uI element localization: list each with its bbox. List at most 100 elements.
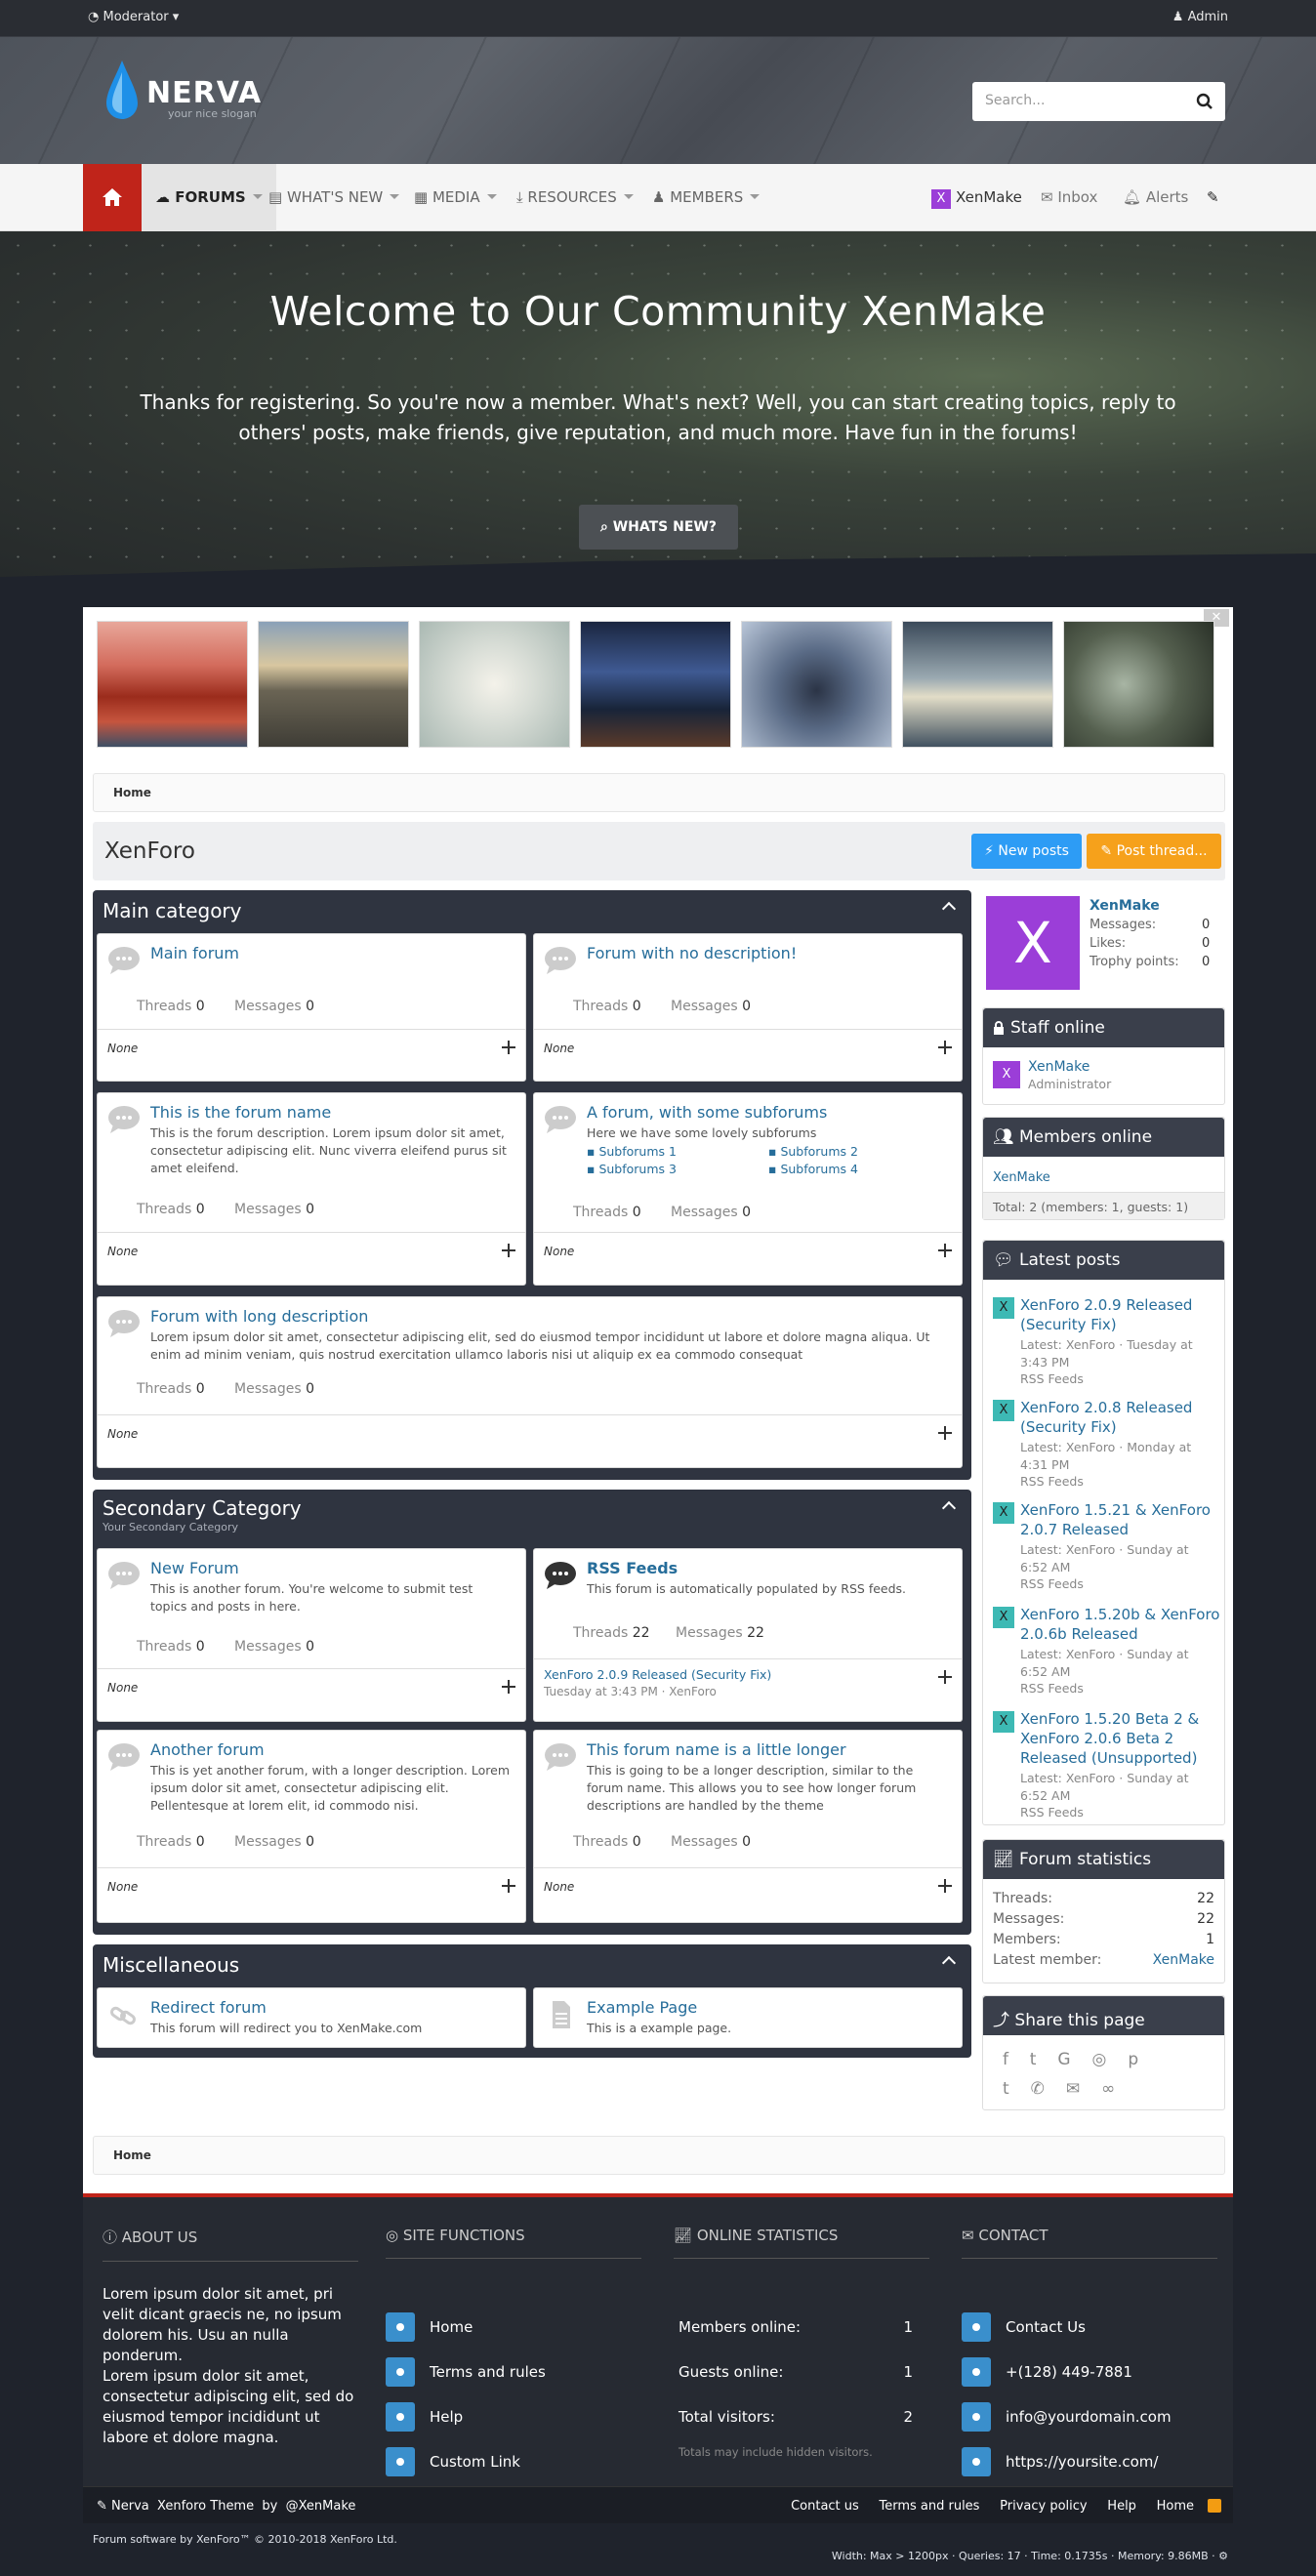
latest-post-title[interactable]: XenForo 1.5.21 & XenForo 2.0.7 Released [1020, 1500, 1220, 1539]
search-icon[interactable] [1196, 93, 1213, 110]
latest-post-title[interactable]: XenForo 2.0.9 Released (Security Fix) [1020, 1295, 1220, 1334]
search-input[interactable]: Search... [972, 82, 1225, 121]
plus-icon[interactable] [502, 1879, 515, 1893]
link-icon[interactable]: ∞ [1101, 2079, 1136, 2099]
latest-post-title[interactable]: XenForo 2.0.8 Released (Security Fix) [1020, 1398, 1220, 1437]
stat-latest-member[interactable]: XenMake [1153, 1952, 1214, 1968]
admin-menu[interactable]: ♟ Admin [1172, 10, 1228, 24]
last-post-title[interactable]: XenForo 2.0.9 Released (Security Fix) [544, 1667, 771, 1682]
nav-forums[interactable]: ☁ FORUMS [142, 164, 276, 231]
contact-phone[interactable]: +(128) 449-7881 [962, 2357, 1217, 2387]
nav-home-button[interactable] [83, 164, 142, 231]
subforum-link[interactable]: ▪ Subforums 2 [768, 1144, 858, 1159]
whats-new-button[interactable]: ⌕ WHATS NEW? [579, 505, 738, 550]
subforum-link[interactable]: ▪ Subforums 1 [587, 1144, 677, 1159]
plus-icon[interactable] [938, 1426, 952, 1440]
plus-icon[interactable] [938, 1244, 952, 1257]
media-thumb[interactable] [258, 621, 409, 748]
google-plus-icon[interactable]: G [1057, 2050, 1091, 2069]
email-icon[interactable]: ✉ [1066, 2079, 1101, 2099]
footer-link[interactable]: Home [386, 2312, 641, 2342]
moderator-menu[interactable]: ◔ Moderator ▾ [88, 10, 179, 24]
breadcrumb-home[interactable]: Home [113, 786, 151, 799]
plus-icon[interactable] [502, 1244, 515, 1257]
media-thumb[interactable] [902, 621, 1053, 748]
user-name[interactable]: XenMake [1090, 898, 1160, 914]
reddit-icon[interactable]: ◎ [1092, 2050, 1129, 2069]
latest-post-forum[interactable]: RSS Feeds [1020, 1371, 1084, 1386]
software-credit[interactable]: Forum software by XenForo™ © 2010-2018 X… [93, 2533, 397, 2546]
forum-title[interactable]: A forum, with some subforums [587, 1103, 827, 1122]
nav-members[interactable]: ♟ MEMBERS [652, 188, 761, 206]
new-posts-button[interactable]: ⚡ New posts [971, 834, 1082, 869]
staff-name[interactable]: XenMake [1028, 1059, 1090, 1075]
whatsapp-icon[interactable]: ✆ [1031, 2079, 1066, 2099]
facebook-icon[interactable]: f [1003, 2050, 1030, 2069]
subforum-link[interactable]: ▪ Subforums 3 [587, 1162, 677, 1176]
plus-icon[interactable] [938, 1670, 952, 1684]
latest-post-forum[interactable]: RSS Feeds [1020, 1805, 1084, 1820]
forum-title[interactable]: RSS Feeds [587, 1559, 678, 1577]
theme-credit[interactable]: ✎ Nerva Xenforo Theme by @XenMake [97, 2499, 355, 2514]
avatar[interactable]: X [986, 896, 1080, 990]
avatar[interactable]: X [993, 1400, 1014, 1421]
latest-post-title[interactable]: XenForo 1.5.20b & XenForo 2.0.6b Release… [1020, 1605, 1220, 1644]
latest-post-forum[interactable]: RSS Feeds [1020, 1474, 1084, 1489]
nav-media[interactable]: ▦ MEDIA [414, 188, 497, 206]
avatar[interactable]: X [993, 1711, 1014, 1733]
pinterest-icon[interactable]: p [1128, 2050, 1160, 2069]
media-thumb[interactable] [580, 621, 731, 748]
nav-whats-new[interactable]: ▤ WHAT'S NEW [268, 188, 400, 206]
footer-home-link[interactable]: Home [1157, 2499, 1194, 2514]
forum-title[interactable]: Forum with long description [150, 1307, 368, 1326]
logo-drop-icon[interactable] [104, 59, 140, 123]
category-title[interactable]: Main category [93, 890, 971, 929]
media-thumb[interactable] [419, 621, 570, 748]
footer-contact-us-link[interactable]: Contact us [791, 2499, 859, 2514]
latest-post-title[interactable]: XenForo 1.5.20 Beta 2 & XenForo 2.0.6 Be… [1020, 1709, 1220, 1768]
twitter-icon[interactable]: t [1030, 2050, 1058, 2069]
footer-privacy-link[interactable]: Privacy policy [1000, 2499, 1087, 2514]
forum-title[interactable]: This is the forum name [150, 1103, 331, 1122]
latest-post-forum[interactable]: RSS Feeds [1020, 1576, 1084, 1591]
plus-icon[interactable] [938, 1879, 952, 1893]
style-brush-icon[interactable]: ✎ [1207, 188, 1219, 206]
avatar[interactable]: X [993, 1502, 1014, 1524]
rss-icon[interactable] [1208, 2499, 1221, 2513]
plus-icon[interactable] [938, 1041, 952, 1054]
footer-help-link[interactable]: Help [1107, 2499, 1136, 2514]
media-thumb[interactable] [741, 621, 892, 748]
category-title[interactable]: Miscellaneous [93, 1944, 971, 1983]
forum-title[interactable]: This forum name is a little longer [587, 1740, 846, 1759]
latest-post-forum[interactable]: RSS Feeds [1020, 1681, 1084, 1696]
subforum-link[interactable]: ▪ Subforums 4 [768, 1162, 858, 1176]
media-thumb[interactable] [97, 621, 248, 748]
footer-link[interactable]: Terms and rules [386, 2357, 641, 2387]
forum-title[interactable]: New Forum [150, 1559, 239, 1577]
category-header[interactable]: Secondary Category Your Secondary Categor… [93, 1490, 971, 1544]
avatar[interactable]: X [993, 1607, 1014, 1628]
tumblr-icon[interactable]: t [1003, 2079, 1031, 2099]
plus-icon[interactable] [502, 1680, 515, 1694]
brand-name[interactable]: NERVA [146, 76, 262, 110]
contact-website[interactable]: https://yoursite.com/ [962, 2447, 1217, 2476]
nav-user[interactable]: X XenMake [931, 188, 1022, 209]
nav-inbox[interactable]: ✉ Inbox [1041, 188, 1097, 206]
forum-title[interactable]: Example Page [587, 1998, 697, 2017]
footer-terms-link[interactable]: Terms and rules [879, 2499, 979, 2514]
forum-title[interactable]: Main forum [150, 944, 239, 962]
contact-link[interactable]: Contact Us [962, 2312, 1217, 2342]
breadcrumb-home[interactable]: Home [113, 2148, 151, 2162]
nav-resources[interactable]: ⤓ RESOURCES [516, 188, 634, 206]
forum-title[interactable]: Another forum [150, 1740, 265, 1759]
post-thread-button[interactable]: ✎ Post thread... [1087, 834, 1221, 869]
avatar[interactable]: X [993, 1297, 1014, 1319]
forum-title[interactable]: Forum with no description! [587, 944, 797, 962]
contact-email[interactable]: info@yourdomain.com [962, 2402, 1217, 2432]
forum-title[interactable]: Redirect forum [150, 1998, 267, 2017]
media-thumb[interactable] [1063, 621, 1214, 748]
footer-link[interactable]: Custom Link [386, 2447, 641, 2476]
nav-alerts[interactable]: 🔔︎ Alerts [1123, 188, 1188, 206]
online-member-link[interactable]: XenMake [993, 1170, 1050, 1185]
plus-icon[interactable] [502, 1041, 515, 1054]
